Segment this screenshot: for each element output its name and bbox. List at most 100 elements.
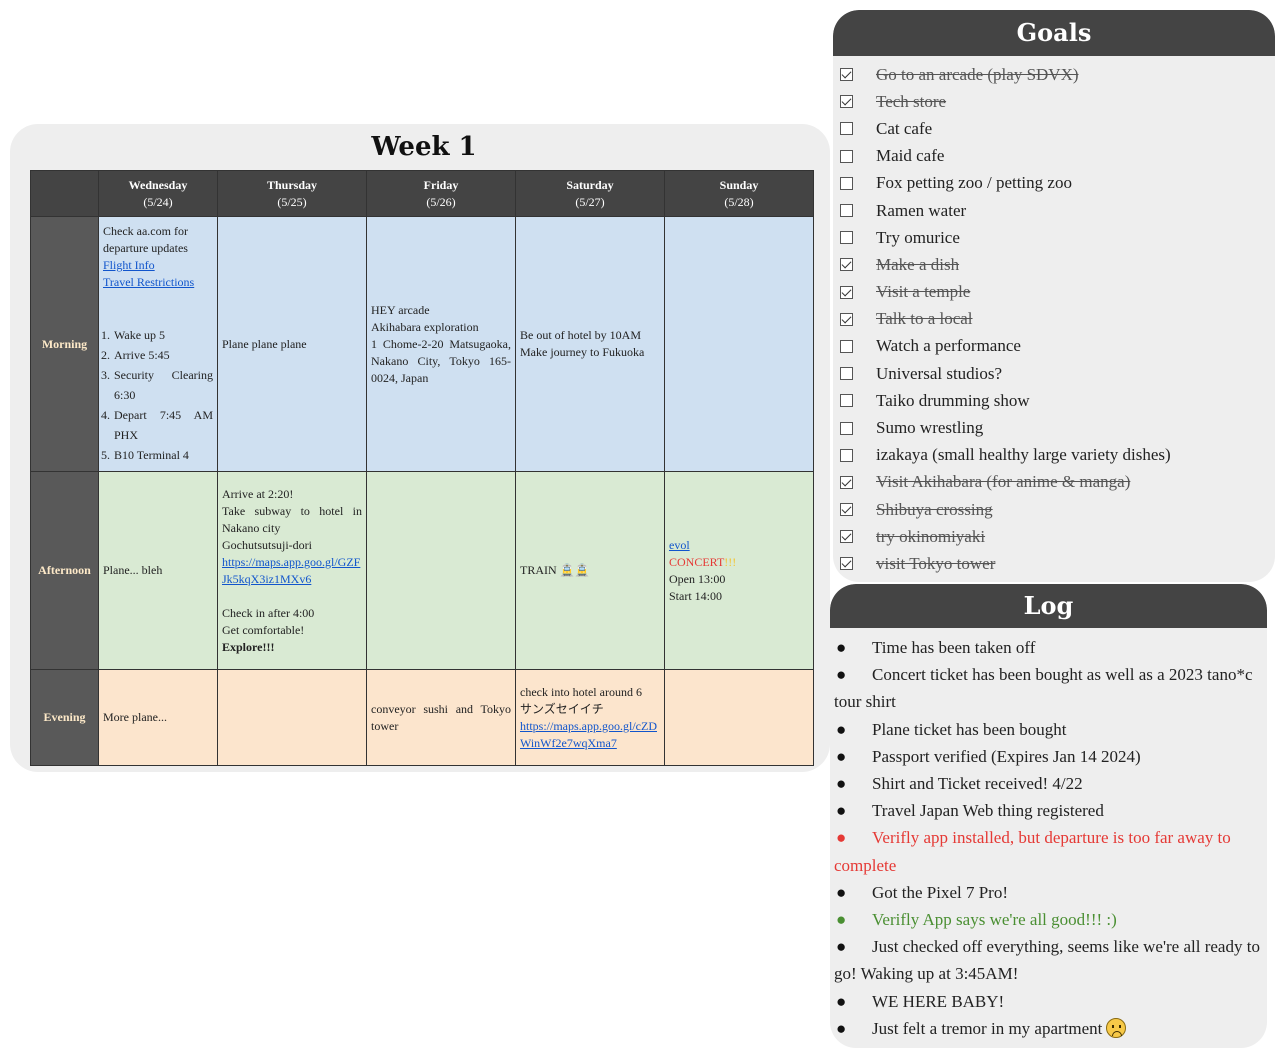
cell-fri-evening: conveyor sushi and Tokyo tower [366,669,516,766]
day-name: Thursday [266,177,318,192]
goal-label: Maid cafe [876,146,945,166]
log-text: Verifly App says we're all good!!! :) [872,910,1117,930]
log-item: ● Just checked off everything, seems like… [834,933,1263,987]
morning-checklist: 1. Wake up 5 2. Arrive 5:45 3. Security Cle… [101,325,213,465]
day-date: (5/26) [426,194,456,209]
unchecked-checkbox-icon[interactable] [840,394,853,408]
goal-label: Try omurice [876,227,960,247]
bullet-icon: ● [836,746,847,766]
day-date: (5/25) [277,194,307,209]
bullet-icon: ● [836,638,847,657]
unchecked-checkbox-icon[interactable] [840,176,853,190]
goal-label: Shibuya crossing [876,499,993,519]
goal-label: try okinomiyaki [876,526,986,546]
goal-label: Watch a performance [876,336,1021,356]
checked-checkbox-icon[interactable] [840,475,853,489]
list-item: 3. Security Clearing 6:30 [101,368,213,402]
cell-text: Take subway to hotel in Nakano city [222,503,362,535]
log-item: ● Time has been taken off [834,634,1263,661]
list-item: 2. Arrive 5:45 [101,348,170,362]
log-text: WE HERE BABY! [872,991,1005,1011]
cell-text: Open 13:00 [669,571,726,586]
cell-wed-morning: Check aa.com for departure updates Fligh… [98,216,218,472]
goal-label: Go to an arcade (play SDVX) [876,64,1079,84]
unchecked-checkbox-icon[interactable] [840,421,853,435]
checked-checkbox-icon[interactable] [840,258,853,272]
cell-text: Make journey to Fukuoka [520,345,645,359]
goal-item: Ramen water [833,197,1275,224]
unchecked-checkbox-icon[interactable] [840,231,853,245]
checked-checkbox-icon[interactable] [840,312,853,326]
day-header-wednesday: Wednesday (5/24) [98,170,218,217]
goal-item: Cat cafe [833,115,1275,142]
hotel-map-link[interactable]: https://maps.app.goo.gl/cZDWinWf2e7wqXma… [520,718,660,752]
goals-list: Go to an arcade (play SDVX) Tech store Cat… [833,56,1275,578]
log-item: ● Verifly App says we're all good!!! :) [834,906,1263,933]
cell-text: Akihabara exploration [371,319,479,334]
checked-checkbox-icon[interactable] [840,68,853,82]
unchecked-checkbox-icon[interactable] [840,122,853,136]
evening-row: Evening More plane... conveyor sushi and… [30,669,814,766]
cell-thu-afternoon: Arrive at 2:20! Take subway to hotel in … [217,471,367,670]
checked-checkbox-icon[interactable] [840,557,853,571]
day-header-thursday: Thursday (5/25) [217,170,367,217]
schedule-table: Wednesday (5/24) Thursday (5/25) Friday … [30,170,814,766]
flight-info-link[interactable]: Flight Info [103,257,213,274]
checked-checkbox-icon[interactable] [840,503,853,517]
list-item: 4. Depart 7:45 AM PHX [101,408,213,442]
log-text: Time has been taken off [872,638,1036,657]
cell-wed-evening: More plane... [98,669,218,766]
goal-item: Universal studios? [833,360,1275,387]
checked-checkbox-icon[interactable] [840,285,853,299]
cell-text: Be out of hotel by 10AM [520,328,641,342]
travel-restrictions-link[interactable]: Travel Restrictions [103,274,213,291]
log-list: ● Time has been taken off ● Concert ticket … [830,628,1267,1042]
log-item: ● Just felt a tremor in my apartment [834,1015,1263,1042]
checked-checkbox-icon[interactable] [840,95,853,109]
goal-label: Visit a temple [876,282,971,302]
log-text: Verifly app installed, but departure is … [834,828,1231,875]
goal-item: Watch a performance [833,333,1275,360]
cell-text: departure updates [103,241,188,255]
morning-row: Morning Check aa.com for departure updat… [30,216,814,472]
bullet-icon: ● [836,828,847,848]
evol-link[interactable]: evol [669,537,809,554]
goal-item: izakaya (small healthy large variety dis… [833,442,1275,469]
unchecked-checkbox-icon[interactable] [840,204,853,218]
hotel-map-link[interactable]: https://maps.app.goo.gl/GZFJk5kqX3iz1MXv… [222,554,362,588]
goal-item: visit Tokyo tower [833,550,1275,577]
checked-checkbox-icon[interactable] [840,530,853,544]
week-schedule-panel: Week 1 Wednesday (5/24) Thursday (5/25) … [10,124,830,772]
goal-item: Sumo wrestling [833,414,1275,441]
cell-thu-morning: Plane plane plane [217,216,367,472]
log-text: Passport verified (Expires Jan 14 2024) [872,746,1141,766]
log-text: Concert ticket has been bought as well a… [834,665,1253,712]
bullet-icon: ● [836,774,847,794]
day-header-saturday: Saturday (5/27) [515,170,665,217]
goal-label: Ramen water [876,200,967,220]
unchecked-checkbox-icon[interactable] [840,149,853,163]
day-date: (5/28) [724,194,754,209]
day-date: (5/24) [143,194,173,209]
goal-label: Make a dish [876,254,960,274]
cell-fri-morning: HEY arcade Akihabara exploration 1 Chome… [366,216,516,472]
cell-text: HEY arcade [371,302,430,317]
goal-item: Fox petting zoo / petting zoo [833,170,1275,197]
goal-label: Taiko drumming show [876,390,1030,410]
goal-label: Fox petting zoo / petting zoo [876,173,1072,193]
goals-title: Goals [833,10,1275,56]
train-icon: 🚊🚊 [559,563,590,577]
row-label-morning: Morning [30,216,99,472]
unchecked-checkbox-icon[interactable] [840,367,853,381]
log-panel: Log ● Time has been taken off ● Concert tic… [830,584,1267,1048]
cell-text: Start 14:00 [669,588,722,603]
goal-item: Visit Akihabara (for anime & manga) [833,469,1275,496]
goal-item: Go to an arcade (play SDVX) [833,61,1275,88]
bullet-icon: ● [836,719,847,739]
day-name: Sunday [719,177,759,192]
cell-sat-afternoon: TRAIN 🚊🚊 [515,471,665,670]
unchecked-checkbox-icon[interactable] [840,448,853,462]
cell-sat-morning: Be out of hotel by 10AM Make journey to … [515,216,665,472]
concert-text: CONCERT!!! [669,554,737,569]
unchecked-checkbox-icon[interactable] [840,339,853,353]
